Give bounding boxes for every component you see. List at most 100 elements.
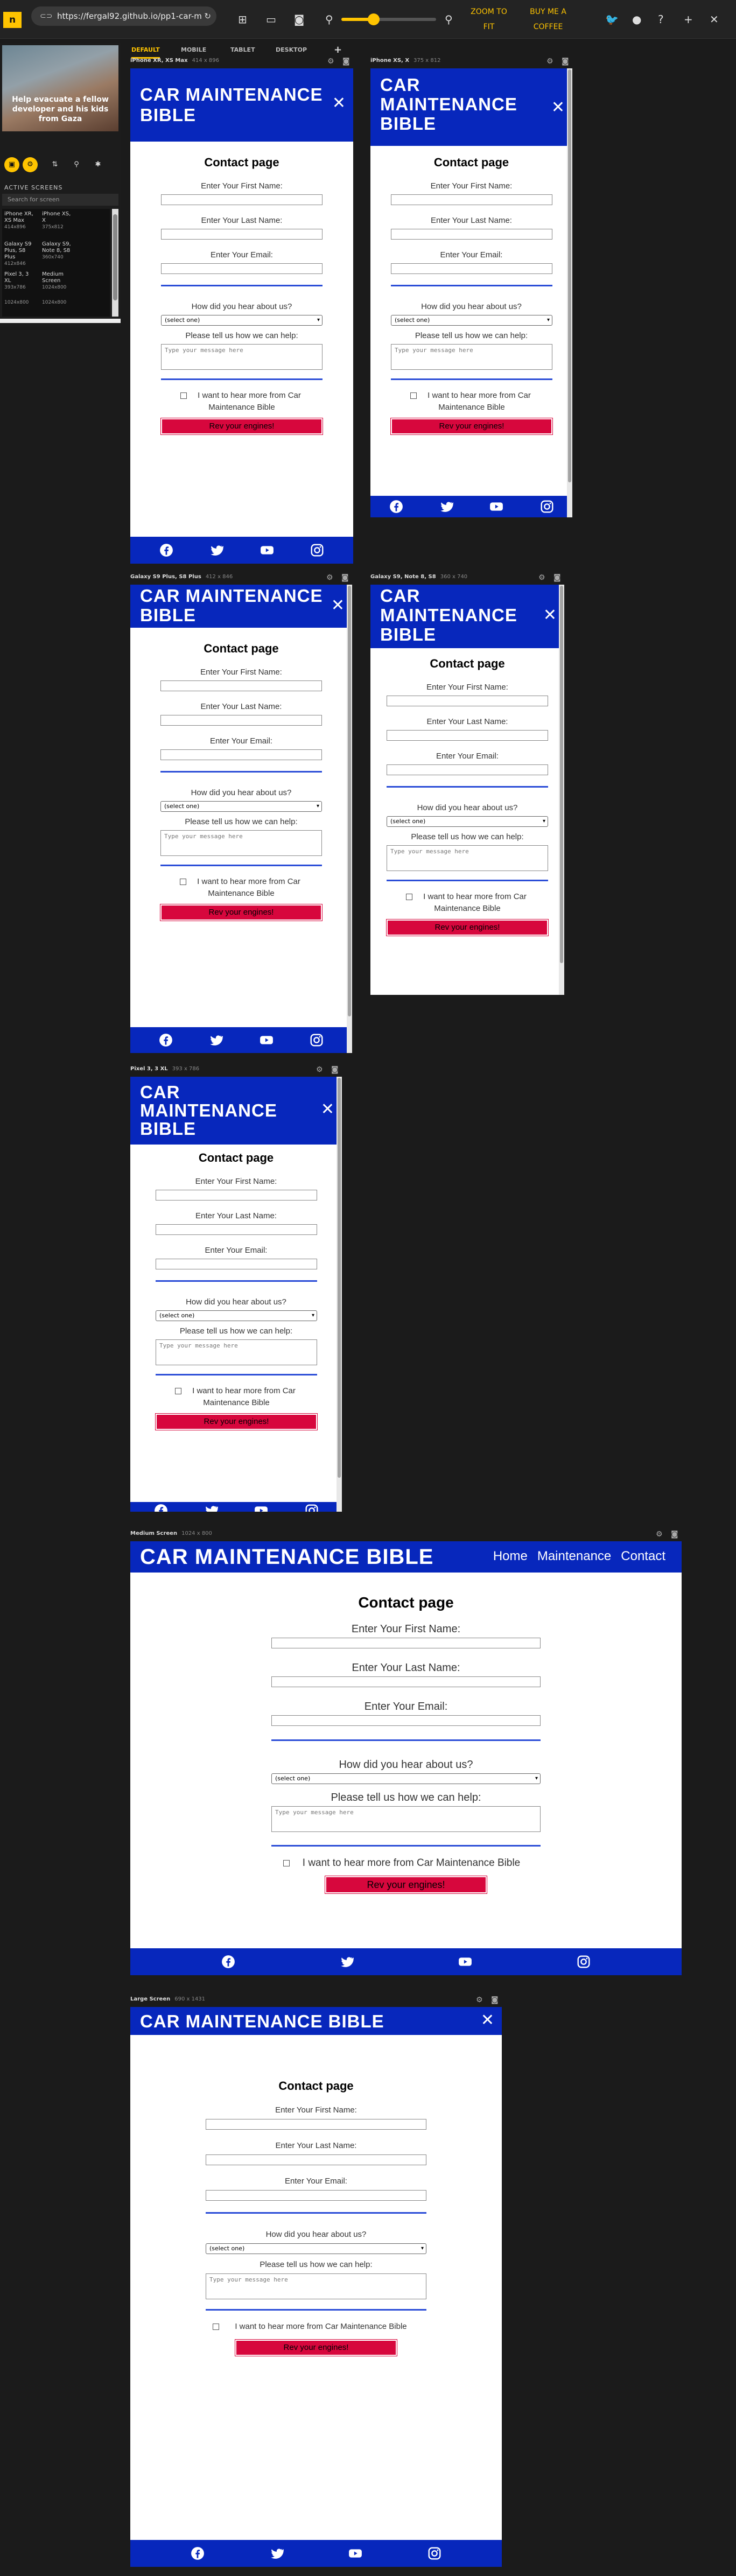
last-name-field[interactable] bbox=[156, 1224, 317, 1235]
instagram-icon[interactable] bbox=[310, 1033, 324, 1047]
site-brand[interactable]: CAR bbox=[140, 1082, 180, 1103]
message-textarea[interactable]: Type your message here bbox=[271, 1806, 541, 1832]
last-name-field[interactable] bbox=[271, 1676, 541, 1687]
camera-icon[interactable]: ◙ bbox=[562, 58, 569, 65]
instagram-icon[interactable] bbox=[577, 1955, 591, 1969]
instagram-icon[interactable] bbox=[310, 543, 324, 557]
twitter-icon[interactable] bbox=[209, 543, 225, 557]
submit-button[interactable]: Rev your engines! bbox=[325, 1876, 487, 1894]
submit-button[interactable]: Rev your engines! bbox=[386, 919, 549, 936]
camera-icon[interactable]: ◙ bbox=[553, 574, 561, 581]
buy-coffee-button[interactable]: BUY ME A COFFEE bbox=[521, 4, 575, 34]
sidebar-horizontal-scrollbar[interactable] bbox=[0, 319, 121, 323]
last-name-field[interactable] bbox=[160, 715, 322, 726]
newsletter-checkbox[interactable] bbox=[410, 392, 417, 399]
email-field[interactable] bbox=[206, 2190, 426, 2201]
menu-close-icon[interactable]: ✕ bbox=[543, 606, 557, 624]
email-field[interactable] bbox=[271, 1715, 541, 1726]
bug-icon[interactable]: ✱ bbox=[90, 157, 106, 172]
site-brand[interactable]: BIBLE bbox=[380, 624, 436, 645]
facebook-icon[interactable] bbox=[159, 1033, 173, 1047]
gear-icon[interactable]: ⚙ bbox=[546, 58, 553, 65]
submit-button[interactable]: Rev your engines! bbox=[160, 904, 323, 921]
gear-icon[interactable]: ⚙ bbox=[538, 574, 545, 581]
newsletter-checkbox[interactable] bbox=[406, 894, 412, 900]
first-name-field[interactable] bbox=[206, 2119, 426, 2130]
list-item[interactable]: 1024x800 bbox=[42, 299, 74, 312]
message-textarea[interactable]: Type your message here bbox=[387, 845, 548, 871]
instagram-icon[interactable] bbox=[305, 1504, 319, 1512]
youtube-icon[interactable] bbox=[489, 500, 503, 514]
gear-icon[interactable]: ⚙ bbox=[326, 574, 333, 581]
app-logo[interactable]: n bbox=[3, 12, 22, 28]
nav-link-home[interactable]: Home bbox=[493, 1549, 528, 1563]
github-icon[interactable]: ● bbox=[632, 13, 641, 26]
page-scrollbar-thumb[interactable] bbox=[568, 69, 571, 482]
instagram-icon[interactable] bbox=[427, 2546, 441, 2560]
email-field[interactable] bbox=[387, 764, 548, 775]
last-name-field[interactable] bbox=[391, 229, 552, 240]
newsletter-checkbox[interactable] bbox=[180, 392, 187, 399]
help-icon[interactable]: ? bbox=[658, 13, 664, 26]
site-brand[interactable]: BIBLE bbox=[140, 605, 196, 626]
zoom-slider-knob[interactable] bbox=[367, 13, 380, 25]
zoom-in-icon[interactable]: ⚲ bbox=[445, 13, 453, 26]
list-item[interactable]: Medium Screen 1024x800 bbox=[42, 271, 74, 297]
site-brand[interactable]: CAR MAINTENANCE BIBLE bbox=[140, 2011, 384, 2032]
list-item[interactable]: Galaxy S9, Note 8, S8 360x740 bbox=[42, 241, 74, 267]
email-field[interactable] bbox=[161, 263, 323, 274]
first-name-field[interactable] bbox=[391, 194, 552, 205]
settings-icon[interactable]: ⚙ bbox=[23, 157, 38, 172]
refresh-icon[interactable]: ↻ bbox=[204, 6, 211, 26]
menu-close-icon[interactable]: ✕ bbox=[332, 94, 346, 113]
twitter-icon[interactable] bbox=[439, 500, 455, 514]
site-brand[interactable]: CAR MAINTENANCE bbox=[140, 586, 323, 606]
message-textarea[interactable]: Type your message here bbox=[161, 344, 323, 370]
site-brand[interactable]: CAR bbox=[380, 75, 420, 95]
site-brand[interactable]: MAINTENANCE bbox=[140, 1100, 277, 1121]
ad-banner[interactable]: Help evacuate a fellow developer and his… bbox=[2, 45, 118, 131]
list-item[interactable]: iPhone XR, XS Max 414x896 bbox=[4, 211, 37, 237]
camera-icon[interactable]: ◙ bbox=[671, 1531, 678, 1538]
newsletter-checkbox[interactable] bbox=[180, 879, 186, 885]
hear-about-select[interactable]: (select one) ▾ bbox=[387, 816, 548, 827]
youtube-icon[interactable] bbox=[260, 1033, 274, 1047]
site-brand[interactable]: MAINTENANCE bbox=[380, 605, 517, 626]
search-icon[interactable]: ⚲ bbox=[69, 157, 84, 172]
youtube-icon[interactable] bbox=[458, 1955, 472, 1969]
first-name-field[interactable] bbox=[271, 1638, 541, 1648]
twitter-icon[interactable] bbox=[209, 1033, 225, 1047]
newsletter-checkbox[interactable] bbox=[283, 1860, 290, 1866]
devices-icon[interactable]: ▣ bbox=[4, 157, 19, 172]
add-tab-icon[interactable]: + bbox=[334, 43, 342, 57]
nav-link-contact[interactable]: Contact bbox=[621, 1549, 665, 1563]
first-name-field[interactable] bbox=[160, 680, 322, 691]
page-scrollbar[interactable] bbox=[559, 585, 564, 995]
last-name-field[interactable] bbox=[387, 730, 548, 741]
message-textarea[interactable]: Type your message here bbox=[156, 1339, 317, 1365]
site-brand[interactable]: BIBLE bbox=[140, 105, 196, 125]
gear-icon[interactable]: ⚙ bbox=[316, 1066, 323, 1073]
camera-icon[interactable]: ◙ bbox=[331, 1066, 339, 1073]
site-brand[interactable]: BIBLE bbox=[140, 1119, 196, 1139]
facebook-icon[interactable] bbox=[191, 2546, 205, 2560]
page-scrollbar-thumb[interactable] bbox=[338, 1078, 341, 1478]
list-item[interactable]: 1024x800 bbox=[4, 299, 37, 312]
last-name-field[interactable] bbox=[161, 229, 323, 240]
list-item[interactable]: Galaxy S9 Plus, S8 Plus 412x846 bbox=[4, 241, 37, 267]
gear-icon[interactable]: ⚙ bbox=[476, 1996, 483, 2004]
site-brand[interactable]: MAINTENANCE bbox=[380, 94, 517, 115]
page-scrollbar[interactable] bbox=[347, 585, 352, 1053]
first-name-field[interactable] bbox=[156, 1190, 317, 1201]
camera-icon[interactable]: ◙ bbox=[294, 13, 304, 26]
email-field[interactable] bbox=[391, 263, 552, 274]
screen-list-scrollbar[interactable] bbox=[112, 209, 118, 317]
twitter-icon[interactable] bbox=[340, 1955, 355, 1969]
site-brand[interactable]: CAR MAINTENANCE bbox=[140, 85, 323, 105]
youtube-icon[interactable] bbox=[260, 543, 274, 557]
camera-icon[interactable]: ◙ bbox=[342, 58, 350, 65]
site-brand[interactable]: CAR MAINTENANCE BIBLE bbox=[140, 1546, 433, 1568]
twitter-icon[interactable]: 🐦 bbox=[605, 13, 619, 26]
gear-icon[interactable]: ⚙ bbox=[656, 1531, 663, 1538]
tab-tablet[interactable]: TABLET bbox=[230, 43, 255, 57]
